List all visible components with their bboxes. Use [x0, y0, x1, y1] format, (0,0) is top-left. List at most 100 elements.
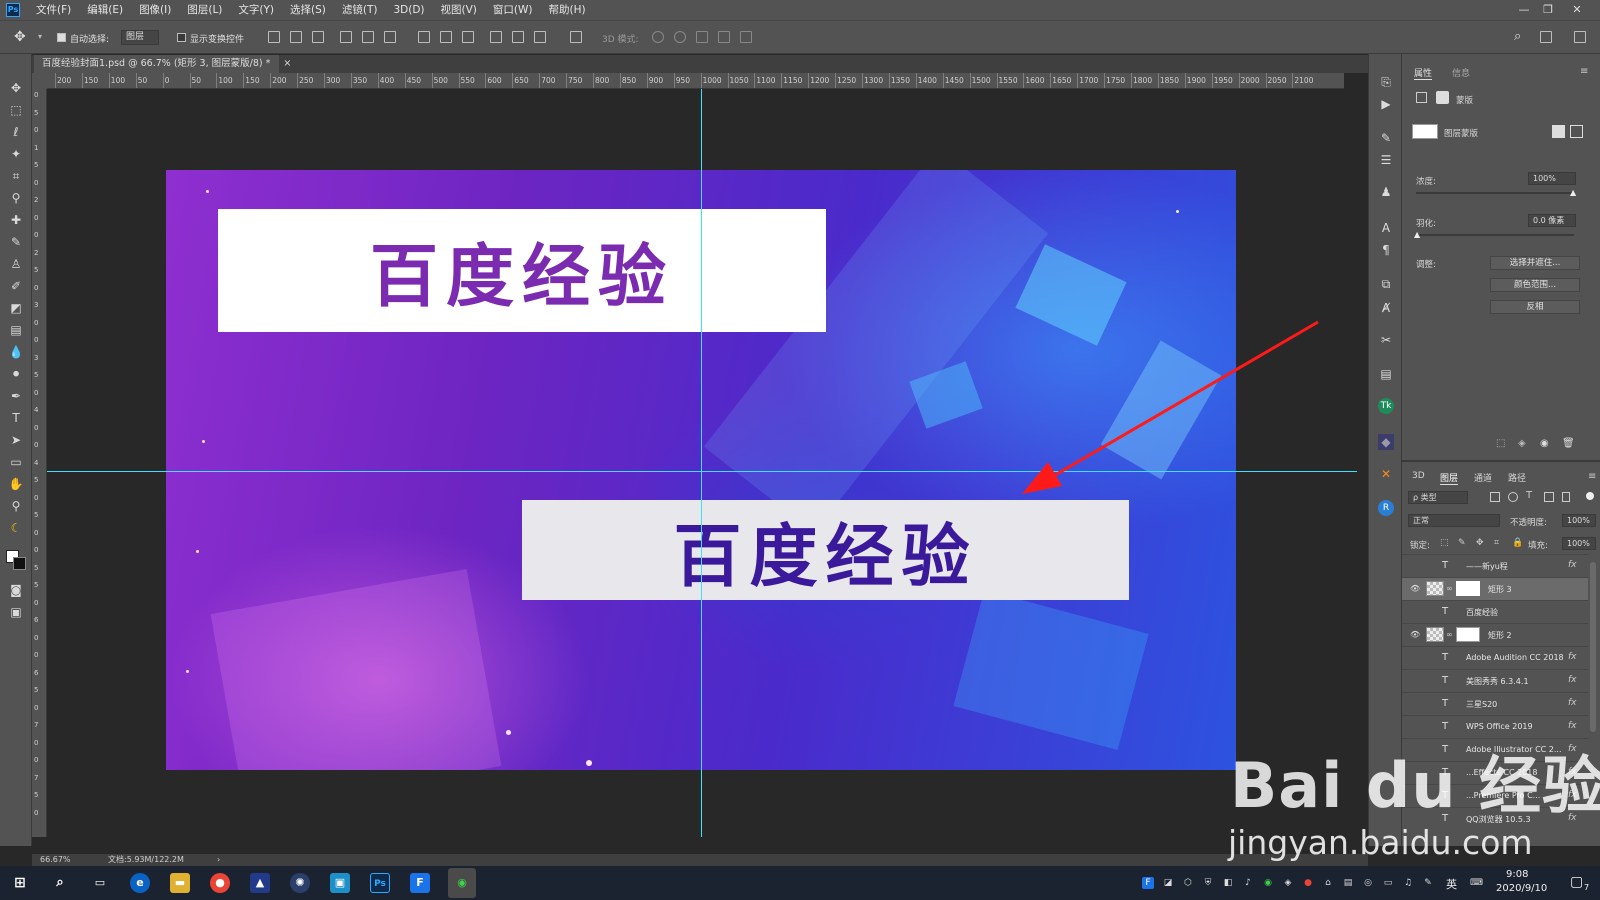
hand-tool-icon[interactable]: ✋ [8, 476, 24, 492]
density-slider-handle[interactable]: ▲ [1570, 188, 1576, 197]
layer-row[interactable]: T 百度经验 [1402, 600, 1588, 623]
tray-app-icon[interactable]: ◈ [1282, 877, 1294, 889]
select-vector-mask-icon[interactable] [1570, 125, 1583, 138]
distribute-right-icon[interactable] [534, 31, 546, 43]
history-brush-icon[interactable]: ✐ [8, 278, 24, 294]
title-banner-top[interactable]: 百度经验 [218, 209, 826, 332]
search-icon[interactable]: ⌕ [50, 873, 70, 893]
fill-input[interactable]: 100% [1562, 537, 1596, 550]
tray-app-icon[interactable]: ⬡ [1182, 877, 1194, 889]
align-hcenter-icon[interactable] [362, 31, 374, 43]
app-icon[interactable]: ▲ [250, 873, 270, 893]
distribute-vcenter-icon[interactable] [440, 31, 452, 43]
layers-menu-icon[interactable]: ≡ [1588, 471, 1596, 482]
app-icon[interactable]: ✺ [290, 873, 310, 893]
tray-mic-icon[interactable]: ♪ [1242, 877, 1254, 889]
brush-settings-icon[interactable]: ✎ [1378, 130, 1394, 146]
invert-button[interactable]: 反相 [1490, 300, 1580, 314]
browser-icon[interactable]: e [130, 873, 150, 893]
visibility-toggle[interactable] [1410, 676, 1420, 686]
opacity-input[interactable]: 100% [1562, 514, 1596, 527]
visibility-toggle[interactable] [1410, 699, 1420, 709]
guide-vertical[interactable] [701, 89, 702, 837]
close-tab-icon[interactable]: × [283, 58, 291, 69]
pen-icon[interactable]: ✎ [1422, 877, 1434, 889]
tray-nvidia-icon[interactable]: ◪ [1162, 877, 1174, 889]
status-menu-arrow[interactable]: › [217, 854, 220, 866]
layer-row-selected[interactable]: 👁 ∞ 矩形 3 [1402, 577, 1588, 600]
visibility-toggle[interactable] [1410, 722, 1420, 732]
mask-thumbnail[interactable] [1456, 627, 1480, 642]
plugin-x-icon[interactable]: ✕ [1378, 466, 1394, 482]
plugin-icon[interactable]: ◆ [1378, 434, 1394, 450]
chrome-icon[interactable]: ● [210, 873, 230, 893]
menu-window[interactable]: 窗口(W) [485, 0, 541, 20]
auto-align-icon[interactable] [570, 31, 582, 43]
notes-icon[interactable]: ▤ [1378, 366, 1394, 382]
layer-fx-icon[interactable]: fx [1568, 560, 1577, 570]
menu-edit[interactable]: 编辑(E) [79, 0, 131, 20]
3d-roll-icon[interactable] [674, 31, 686, 43]
file-explorer-icon[interactable]: ▬ [170, 873, 190, 893]
align-bottom-icon[interactable] [312, 31, 324, 43]
apply-mask-icon[interactable]: ◈ [1518, 438, 1526, 449]
dodge-tool-icon[interactable]: ⚫ [8, 366, 24, 382]
blur-tool-icon[interactable]: 💧 [8, 344, 24, 360]
auto-select-checkbox[interactable] [57, 33, 66, 42]
search-icon[interactable]: ⌕ [1514, 29, 1521, 44]
eraser-tool-icon[interactable]: ◩ [8, 300, 24, 316]
3d-camera-icon[interactable] [740, 31, 752, 43]
type-tool-icon[interactable]: T [8, 410, 24, 426]
app-icon[interactable]: F [410, 873, 430, 893]
actions-play-icon[interactable]: ▶ [1378, 96, 1394, 112]
title-banner-bottom[interactable]: 百度经验 [522, 500, 1129, 600]
tab-properties[interactable]: 属性 [1414, 66, 1433, 80]
align-left-icon[interactable] [340, 31, 352, 43]
menu-file[interactable]: 文件(F) [28, 0, 79, 20]
wechat-icon[interactable]: ◉ [448, 868, 476, 898]
tray-app-icon[interactable]: ◎ [1362, 877, 1374, 889]
filter-smart-icon[interactable] [1562, 492, 1570, 502]
layer-fx-icon[interactable]: fx [1568, 652, 1577, 662]
eye-icon[interactable]: 👁 [1410, 630, 1420, 640]
align-right-icon[interactable] [384, 31, 396, 43]
lock-position-icon[interactable]: ✥ [1476, 538, 1484, 548]
layer-row[interactable]: T Adobe Audition CC 2018 fx [1402, 646, 1588, 669]
select-pixel-mask-icon[interactable] [1552, 125, 1565, 138]
align-vcenter-icon[interactable] [290, 31, 302, 43]
notification-icon[interactable]: ▢ [1570, 874, 1583, 890]
blend-mode-dropdown[interactable]: 正常 [1408, 514, 1500, 527]
tab-3d[interactable]: 3D [1412, 471, 1425, 481]
clock-time[interactable]: 9:08 [1506, 869, 1528, 880]
distribute-hcenter-icon[interactable] [512, 31, 524, 43]
layer-filter-dropdown[interactable]: ρ 类型 [1408, 491, 1468, 504]
menu-type[interactable]: 文字(Y) [230, 0, 282, 20]
move-tool-icon[interactable]: ✥ [14, 29, 26, 45]
layer-row[interactable]: T ——新yu程 fx [1402, 554, 1588, 577]
plugin-tk-icon[interactable]: Tk [1378, 398, 1394, 414]
link-icon[interactable]: ∞ [1446, 584, 1453, 593]
quick-mask-icon[interactable]: ◙ [8, 582, 24, 598]
keyboard-icon[interactable]: ⌨ [1470, 877, 1483, 889]
filter-toggle-icon[interactable] [1586, 492, 1594, 500]
filter-type-icon[interactable]: T [1526, 490, 1532, 501]
tray-app-icon[interactable]: F [1142, 877, 1154, 889]
tray-app-icon[interactable]: ⌂ [1322, 877, 1334, 889]
layer-fx-icon[interactable]: fx [1568, 675, 1577, 685]
background-color-swatch[interactable] [13, 557, 26, 570]
glyphs-icon[interactable]: Ⱥ [1378, 300, 1394, 316]
app-icon[interactable]: ▣ [330, 873, 350, 893]
healing-brush-icon[interactable]: ✚ [8, 212, 24, 228]
filter-shape-icon[interactable] [1544, 492, 1554, 502]
workspace-icon[interactable] [1540, 31, 1552, 43]
character-icon[interactable]: A [1378, 220, 1394, 236]
distribute-left-icon[interactable] [490, 31, 502, 43]
delete-mask-icon[interactable]: 🗑 [1562, 438, 1575, 449]
windows-start-icon[interactable]: ⊞ [10, 873, 30, 893]
crop-tool-icon[interactable]: ⌗ [8, 168, 24, 184]
photoshop-taskbar-icon[interactable]: Ps [370, 873, 390, 893]
screen-mode-icon[interactable]: ▣ [8, 604, 24, 620]
load-selection-icon[interactable]: ⬚ [1496, 438, 1505, 449]
network-icon[interactable]: ▭ [1382, 877, 1394, 889]
ruler-vertical[interactable]: 0 5 0 1 5 0 2 0 0 2 5 0 3 0 0 3 5 0 4 0 0 4 5 0 5 0 0 5 5 0 6 0 0 6 5 0 7 0 0 7… [32, 89, 47, 837]
